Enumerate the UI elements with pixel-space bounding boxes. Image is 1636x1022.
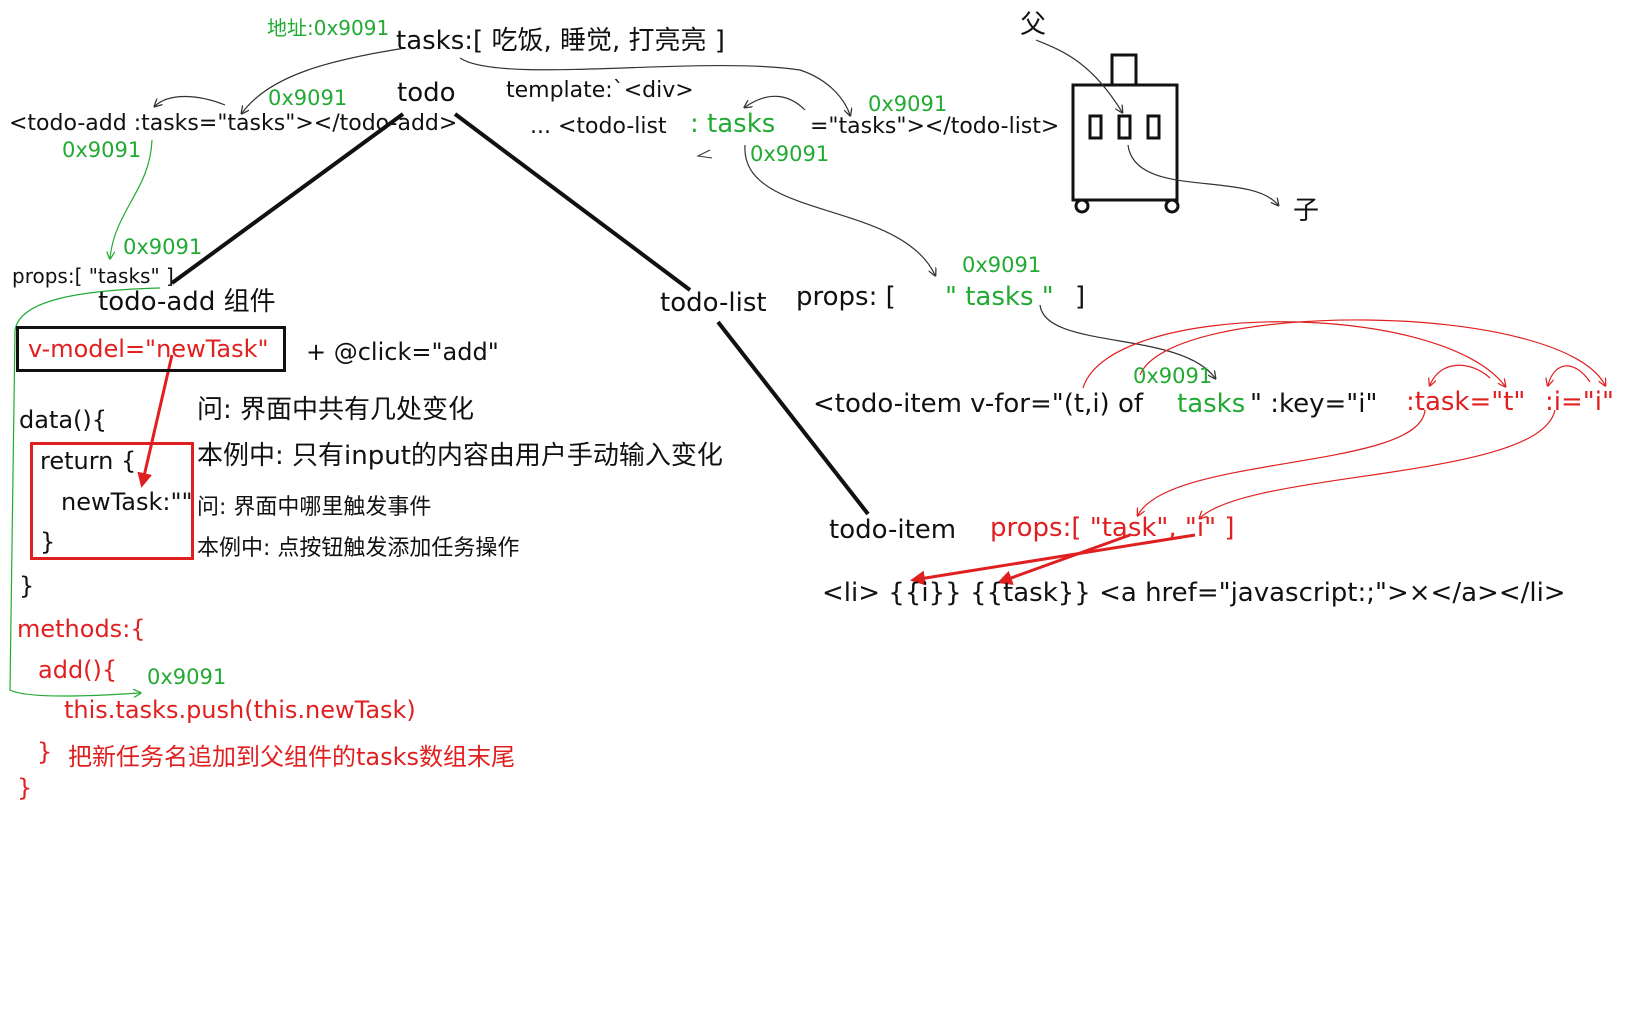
todo-add-title: todo-add 组件 — [98, 287, 276, 317]
note-append: 把新任务名追加到父组件的tasks数组末尾 — [68, 743, 516, 771]
todo-node: todo — [397, 78, 456, 108]
arrow-suitcase-to-child — [1127, 144, 1278, 205]
edge-todo-to-todo-add — [170, 112, 405, 285]
push-addr: 0x9091 — [147, 665, 227, 689]
arrow-task-binding-to-props — [1138, 409, 1426, 515]
return-close: } — [40, 528, 56, 556]
tasks-array: tasks:[ 吃饭, 睡觉, 打亮亮 ] — [396, 26, 725, 56]
todo-list-tag-right: ="tasks"></todo-list> — [810, 114, 1060, 139]
template-label: template:`<div> — [506, 78, 694, 103]
arrow-i-binding-to-props — [1200, 409, 1556, 518]
addr-right-top: 0x9091 — [868, 92, 948, 116]
question-2: 问: 界面中哪里触发事件 — [197, 495, 432, 520]
addr-right-below: 0x9091 — [750, 142, 830, 166]
todo-list-props-value: " tasks " — [945, 282, 1054, 312]
data-close: } — [19, 572, 35, 600]
add-open: add(){ — [38, 656, 118, 684]
arrow-parent-to-suitcase — [1035, 39, 1122, 112]
click-handler: + @click="add" — [306, 338, 499, 366]
data-open: data(){ — [19, 406, 108, 434]
push-line: this.tasks.push(this.newTask) — [64, 696, 416, 724]
edge-todo-to-todo-list — [453, 112, 692, 292]
addr-near-add: 0x9091 — [268, 86, 348, 110]
answer-2: 本例中: 点按钮触发添加任务操作 — [197, 536, 520, 561]
todo-list-title: todo-list — [660, 288, 767, 318]
methods-close: } — [17, 774, 33, 802]
todo-list-props-close: ] — [1075, 282, 1086, 312]
answer-1: 本例中: 只有input的内容由用户手动输入变化 — [197, 441, 723, 471]
child-label: 子 — [1293, 196, 1320, 226]
addr-below-add: 0x9091 — [62, 138, 142, 162]
return-open: return { — [40, 447, 137, 475]
todo-item-title: todo-item — [829, 515, 957, 545]
question-1: 问: 界面中共有几处变化 — [197, 395, 475, 425]
todo-list-tasks-binding: : tasks — [690, 109, 776, 139]
todo-list-tag-left: ... <todo-list — [530, 114, 667, 139]
todo-list-props-addr: 0x9091 — [962, 253, 1042, 277]
todo-add-tag: <todo-add :tasks="tasks"></todo-add> — [9, 111, 458, 136]
parent-label: 父 — [1020, 10, 1047, 40]
newtask-line: newTask:"" — [61, 488, 193, 516]
i-binding: :i="i" — [1545, 387, 1614, 417]
arrow-todo-list-tasks-curl — [745, 95, 806, 111]
add-close: } — [37, 738, 53, 766]
task-binding: :task="t" — [1406, 387, 1526, 417]
vmodel-text: v-model="newTask" — [28, 335, 269, 363]
suitcase-icon — [1071, 53, 1180, 214]
vfor-left: <todo-item v-for="(t,i) of — [813, 389, 1144, 419]
arrow-task-curl — [1430, 364, 1491, 385]
todo-add-props: props:[ "tasks" ] — [12, 264, 174, 288]
methods-open: methods:{ — [17, 615, 146, 643]
li-template: <li> {{i}} {{task}} <a href="javascript:… — [822, 578, 1566, 608]
address-label: 地址:0x9091 — [267, 16, 390, 40]
vfor-key: " :key="i" — [1250, 389, 1378, 419]
arrow-todo-add-tasks-curl — [155, 95, 226, 106]
arrow-i-curl — [1548, 365, 1591, 385]
small-arrow-mark — [696, 149, 713, 159]
vfor-addr: 0x9091 — [1133, 364, 1213, 388]
todo-item-props: props:[ "task", "i" ] — [990, 513, 1235, 543]
todo-list-props-label: props: [ — [796, 282, 896, 312]
vfor-tasks: tasks — [1177, 389, 1246, 419]
todo-add-addr: 0x9091 — [123, 235, 203, 259]
